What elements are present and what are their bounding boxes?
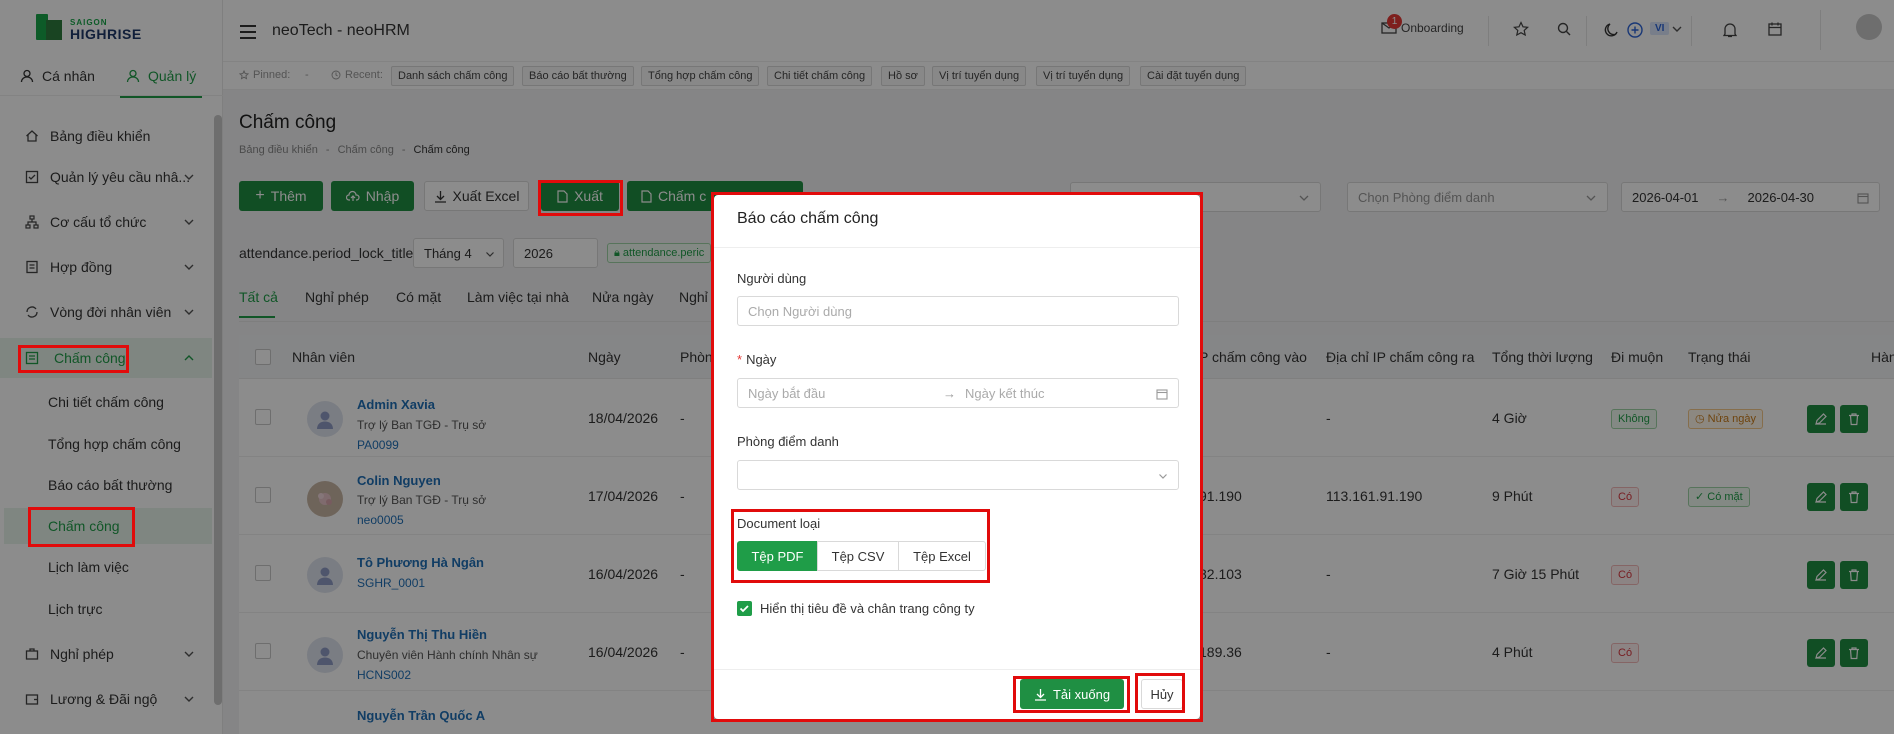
show-header-footer-label: Hiển thị tiêu đề và chân trang công ty [760, 601, 975, 616]
user-select[interactable]: Chọn Người dùng [737, 296, 1179, 326]
date-field-label-text: Ngày [746, 352, 777, 367]
room-field-label: Phòng điểm danh [737, 434, 839, 449]
download-icon [1034, 688, 1046, 701]
show-header-footer-checkbox[interactable] [737, 601, 752, 616]
date-start-input[interactable]: Ngày bắt đầu [748, 386, 825, 401]
date-end-input[interactable]: Ngày kết thúc [965, 386, 1045, 401]
download-button-label: Tải xuống [1052, 686, 1111, 702]
doc-type-label: Document loại [737, 516, 821, 531]
date-field-label: * Ngày [737, 352, 777, 367]
calendar-icon [1156, 389, 1168, 400]
attendance-report-dialog: Báo cáo chấm công Người dùng Chọn Người … [714, 195, 1200, 719]
dialog-title: Báo cáo chấm công [737, 210, 879, 227]
cancel-button[interactable]: Hủy [1141, 679, 1183, 709]
user-field-label: Người dùng [737, 271, 807, 286]
download-button[interactable]: Tải xuống [1020, 679, 1124, 709]
check-icon [739, 605, 749, 613]
chevron-down-icon [1159, 474, 1167, 479]
doc-type-pdf[interactable]: Tệp PDF [737, 541, 818, 571]
date-range-field[interactable]: Ngày bắt đầu → Ngày kết thúc [737, 378, 1179, 408]
user-select-placeholder: Chọn Người dùng [748, 303, 852, 319]
doc-type-excel[interactable]: Tệp Excel [898, 541, 986, 571]
doc-type-csv[interactable]: Tệp CSV [817, 541, 899, 571]
room-select[interactable] [737, 460, 1179, 490]
arrow-right-icon: → [943, 385, 956, 401]
